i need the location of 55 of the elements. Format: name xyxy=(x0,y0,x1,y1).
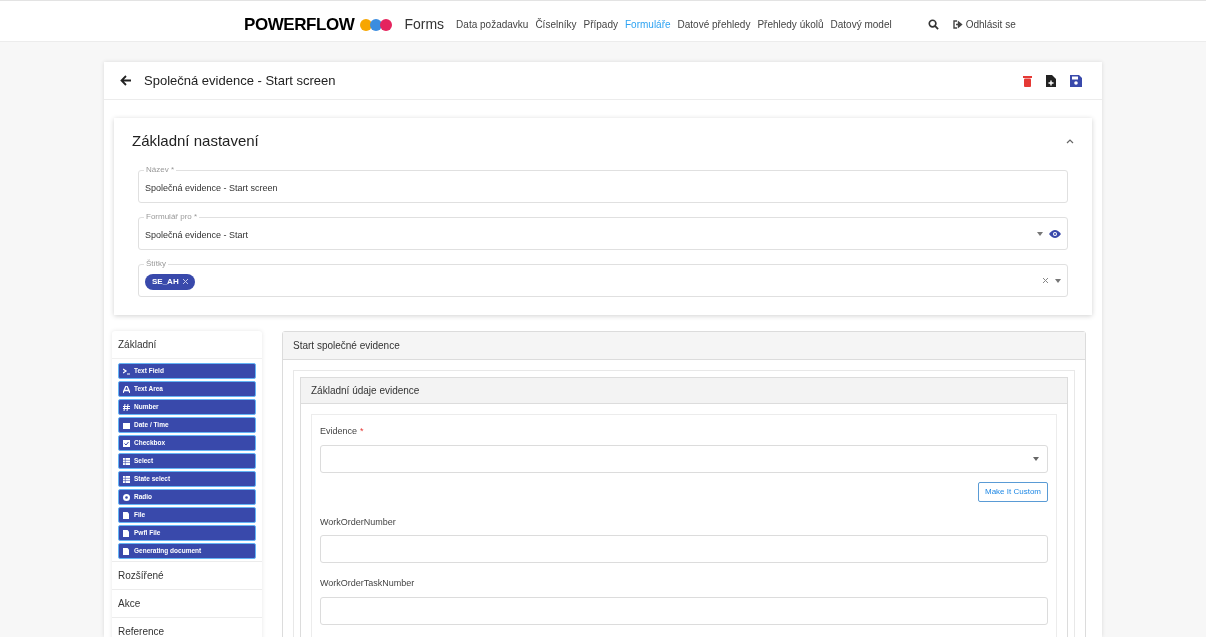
clear-icon[interactable] xyxy=(1043,278,1048,283)
logout-icon xyxy=(952,20,963,29)
nav-link[interactable]: Přehledy úkolů xyxy=(757,17,824,32)
file-icon xyxy=(123,547,130,555)
make-custom-button[interactable]: Make It Custom xyxy=(978,481,1048,502)
dropdown-caret-icon[interactable] xyxy=(1033,456,1039,461)
tag-label: SE_AH xyxy=(152,275,179,288)
field-value: Společná evidence - Start screen xyxy=(145,181,278,195)
field-label: Evidence xyxy=(320,425,358,438)
file-icon xyxy=(123,529,130,537)
table-icon xyxy=(123,475,130,483)
dropdown-caret-icon[interactable] xyxy=(1037,231,1043,236)
field-label: Formulář pro * xyxy=(144,211,200,223)
field-label: WorkOrderNumber xyxy=(320,515,397,529)
nav-link[interactable]: Data požadavku xyxy=(456,17,529,32)
input-field[interactable] xyxy=(320,535,1048,563)
radio-icon xyxy=(123,493,130,501)
hash-icon xyxy=(123,403,130,411)
file-icon xyxy=(123,511,130,519)
eye-icon[interactable] xyxy=(1049,229,1061,238)
field-value: Společná evidence - Start xyxy=(145,228,249,242)
section-header: Základní údaje evidence xyxy=(301,378,1067,404)
sidebar-group-header[interactable]: Základní xyxy=(112,331,262,359)
check-icon xyxy=(123,439,130,447)
sidebar-group-header[interactable]: Rozšířené xyxy=(112,561,262,589)
input-field[interactable] xyxy=(320,596,1048,625)
field-label: WorkOrderTaskNumber xyxy=(320,577,416,590)
logout-link[interactable]: Odhlásit se xyxy=(952,17,1016,32)
remove-icon[interactable] xyxy=(182,279,188,284)
dropdown-caret-icon[interactable] xyxy=(1055,278,1061,283)
trash-icon[interactable] xyxy=(1023,74,1032,87)
nav-link[interactable]: Datový model xyxy=(830,17,892,32)
select-field[interactable] xyxy=(320,444,1048,473)
app-name: Forms xyxy=(404,15,445,34)
search-icon[interactable] xyxy=(927,19,939,30)
save-icon[interactable] xyxy=(1070,74,1082,87)
panel-header: Start společné evidence xyxy=(283,332,1085,360)
chevron-icon[interactable] xyxy=(1066,138,1074,144)
logo[interactable]: POWERFLOW xyxy=(244,11,355,38)
file-plus-icon[interactable] xyxy=(1046,74,1056,87)
logo-dots-icon xyxy=(360,18,393,31)
nav-link[interactable]: Číselníky xyxy=(535,17,577,32)
nav-link[interactable]: Případy xyxy=(583,17,618,32)
nav-link[interactable]: Datové přehledy xyxy=(677,17,751,32)
back-arrow-icon[interactable] xyxy=(120,75,132,86)
table-icon xyxy=(123,457,130,465)
required-marker: * xyxy=(360,425,364,438)
sidebar-group-header[interactable]: Reference xyxy=(112,617,262,637)
font-icon xyxy=(123,385,130,393)
sidebar-group-header[interactable]: Akce xyxy=(112,589,262,617)
field-label: Štítky xyxy=(144,258,168,270)
terminal-icon xyxy=(123,367,130,375)
panel-title: Základní nastavení xyxy=(132,130,259,151)
calendar-icon xyxy=(123,421,130,429)
page-title: Společná evidence - Start screen xyxy=(144,71,336,90)
